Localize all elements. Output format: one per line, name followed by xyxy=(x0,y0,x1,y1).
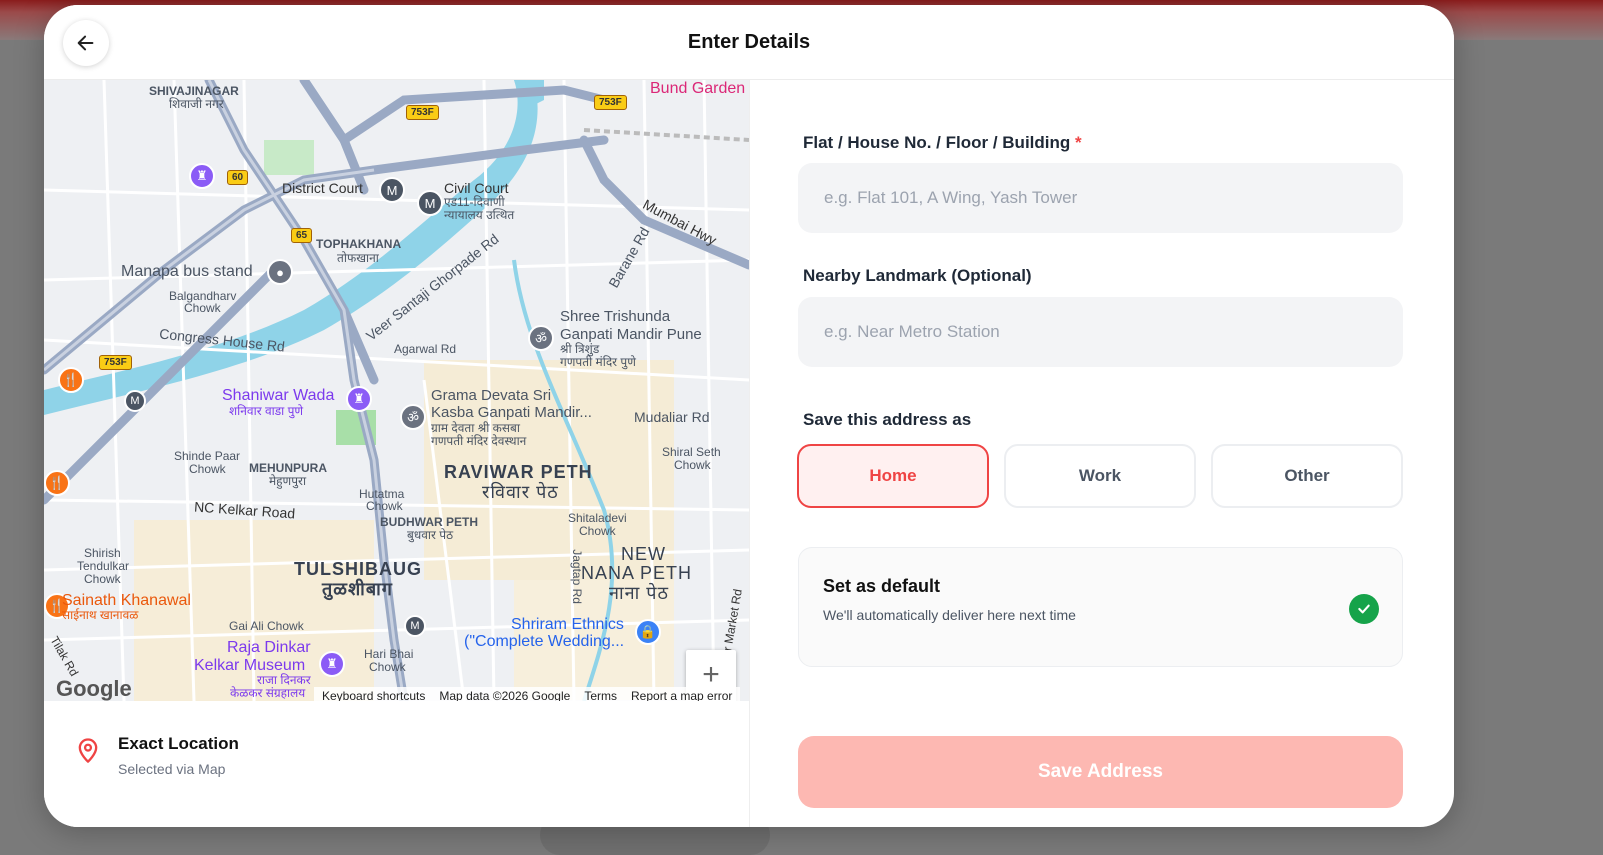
highway-shield: 753F xyxy=(406,105,439,120)
keyboard-shortcuts-link[interactable]: Keyboard shortcuts xyxy=(322,689,425,702)
metro-icon: M xyxy=(404,615,426,637)
map-label: Kasba Ganpati Mandir... xyxy=(431,404,592,421)
landmark-input[interactable] xyxy=(798,297,1403,367)
save-as-label: Save this address as xyxy=(803,410,972,429)
map-label: तुळशीबाग xyxy=(322,579,393,599)
panel-divider xyxy=(749,80,750,827)
map-view[interactable]: 753F 753F 753F 60 65 SHIVAJINAGAR शिवाजी… xyxy=(44,80,749,701)
map-label: Chowk xyxy=(674,458,711,472)
map-label: Raja Dinkar xyxy=(227,639,311,656)
map-label: Chowk xyxy=(579,524,616,538)
map-label: Chowk xyxy=(189,462,226,476)
highway-shield: 753F xyxy=(594,95,627,110)
museum-icon: ♜ xyxy=(319,651,345,677)
landmark-icon: ♜ xyxy=(346,386,372,412)
location-subtitle: Selected via Map xyxy=(118,761,226,777)
map-label: बुधवार पेठ xyxy=(407,528,454,542)
map-label: Shree Trishunda xyxy=(560,308,671,325)
map-label: Bund Garden xyxy=(650,80,746,97)
modal-header: Enter Details xyxy=(44,5,1454,80)
metro-icon: M xyxy=(379,177,405,203)
map-label: शनिवार वाडा पुणे xyxy=(229,404,304,418)
map-label: Chowk xyxy=(84,572,121,586)
map-label: गणपती मंदिर देवस्थान xyxy=(431,434,527,448)
terms-link[interactable]: Terms xyxy=(584,689,617,702)
map-label: Sainath Khanawal xyxy=(62,592,191,609)
map-label: मेहुणपुरा xyxy=(269,474,307,488)
map-label: Shriram Ethnics xyxy=(511,616,624,633)
required-mark: * xyxy=(1075,133,1082,152)
flat-label: Flat / House No. / Floor / Building * xyxy=(803,133,1082,153)
type-other-button[interactable]: Other xyxy=(1211,444,1403,508)
type-home-button[interactable]: Home xyxy=(797,444,989,508)
map-label: NEW xyxy=(621,544,666,564)
map-label: Chowk xyxy=(369,660,406,674)
map-pin-icon xyxy=(78,738,98,763)
map-data-text: Map data ©2026 Google xyxy=(439,688,571,702)
temple-icon: ॐ xyxy=(528,325,554,351)
map-label: नाना पेठ xyxy=(609,583,669,603)
page-title: Enter Details xyxy=(687,31,811,53)
map-label: Gai Ali Chowk xyxy=(229,619,304,633)
bus-stop-icon: ● xyxy=(267,259,293,285)
default-card[interactable]: Set as default We'll automatically deliv… xyxy=(798,547,1403,667)
shopping-icon: 🔒 xyxy=(635,619,661,645)
map-label: ("Complete Wedding... xyxy=(464,633,625,650)
map-label: NANA PETH xyxy=(581,563,693,583)
default-checkbox[interactable] xyxy=(1349,594,1379,624)
metro-icon: M xyxy=(417,190,443,216)
map-label: Chowk xyxy=(184,301,221,315)
google-logo: Google xyxy=(56,676,132,701)
restaurant-icon: 🍴 xyxy=(44,470,70,496)
map-label: न्यायालय उत्थित xyxy=(444,208,515,222)
report-error-link[interactable]: Report a map error xyxy=(631,689,732,702)
map-label: शिवाजी नगर xyxy=(169,97,224,111)
map-label: Kelkar Museum xyxy=(194,657,306,674)
map-label: केळकर संग्रहालय xyxy=(230,686,306,700)
map-label: साईनाथ खानावळ xyxy=(62,608,139,622)
map-label: District Court xyxy=(282,180,363,196)
highway-shield: 753F xyxy=(99,355,132,370)
map-label: RAVIWAR PETH xyxy=(444,462,593,482)
map-label: TULSHIBAUG xyxy=(294,559,422,579)
highway-shield: 60 xyxy=(227,170,249,185)
map-label: Manapa bus stand xyxy=(121,263,253,280)
map-label: TOPHAKHANA xyxy=(316,237,402,251)
map-label: रविवार पेठ xyxy=(482,482,559,502)
default-title: Set as default xyxy=(823,576,941,596)
map-label: Grama Devata Sri xyxy=(431,387,552,404)
landmark-label: Nearby Landmark (Optional) xyxy=(803,266,1032,285)
map-label: Mudaliar Rd xyxy=(634,409,710,425)
landmark-icon: ♜ xyxy=(189,163,215,189)
flat-label-text: Flat / House No. / Floor / Building xyxy=(803,133,1071,152)
metro-icon: M xyxy=(124,390,146,412)
map-label: Agarwal Rd xyxy=(394,342,457,356)
temple-icon: ॐ xyxy=(400,404,426,430)
map-label: तोफखाना xyxy=(337,251,379,265)
address-modal: Enter Details 753F 753F 753F 60 65 SHIVA… xyxy=(44,5,1454,827)
highway-shield: 65 xyxy=(291,228,313,243)
check-icon xyxy=(1358,604,1370,614)
flat-input[interactable] xyxy=(798,163,1403,233)
default-description: We'll automatically deliver here next ti… xyxy=(823,607,1076,623)
map-label: Chowk xyxy=(366,499,403,513)
type-work-button[interactable]: Work xyxy=(1004,444,1196,508)
map-label: गणपती मंदिर पुणे xyxy=(560,355,636,369)
location-title: Exact Location xyxy=(118,734,239,753)
map-attribution: Keyboard shortcuts Map data ©2026 Google… xyxy=(314,687,741,702)
map-label: Shaniwar Wada xyxy=(222,387,335,404)
save-address-button[interactable]: Save Address xyxy=(798,736,1403,808)
restaurant-icon: 🍴 xyxy=(58,367,84,393)
